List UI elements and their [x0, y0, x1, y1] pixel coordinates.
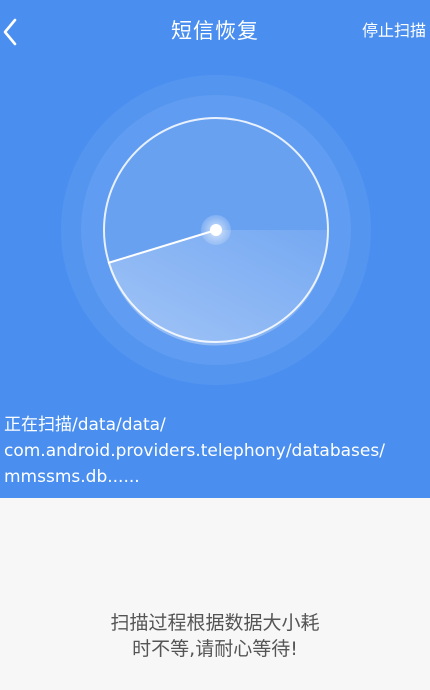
scan-status-text: 正在扫描/data/data/ com.android.providers.te… [4, 412, 428, 490]
app-header: 短信恢复 停止扫描 [0, 0, 430, 62]
scan-status-line-2: com.android.providers.telephony/database… [4, 441, 385, 461]
wait-hint: 扫描过程根据数据大小耗 时不等,请耐心等待! [0, 610, 430, 662]
scan-status-line-3: mmssms.db...... [4, 467, 140, 487]
radar-center-dot [210, 224, 222, 236]
stop-scan-button[interactable]: 停止扫描 [362, 19, 426, 43]
radar-scan-icon [61, 75, 371, 385]
radar-animation [0, 62, 430, 402]
wait-hint-line-2: 时不等,请耐心等待! [132, 638, 298, 660]
scan-status-line-1: 正在扫描/data/data/ [4, 415, 166, 435]
wait-hint-line-1: 扫描过程根据数据大小耗 [110, 612, 320, 634]
scan-panel: 短信恢复 停止扫描 正在扫描/data/data/ com.android.pr… [0, 0, 430, 498]
